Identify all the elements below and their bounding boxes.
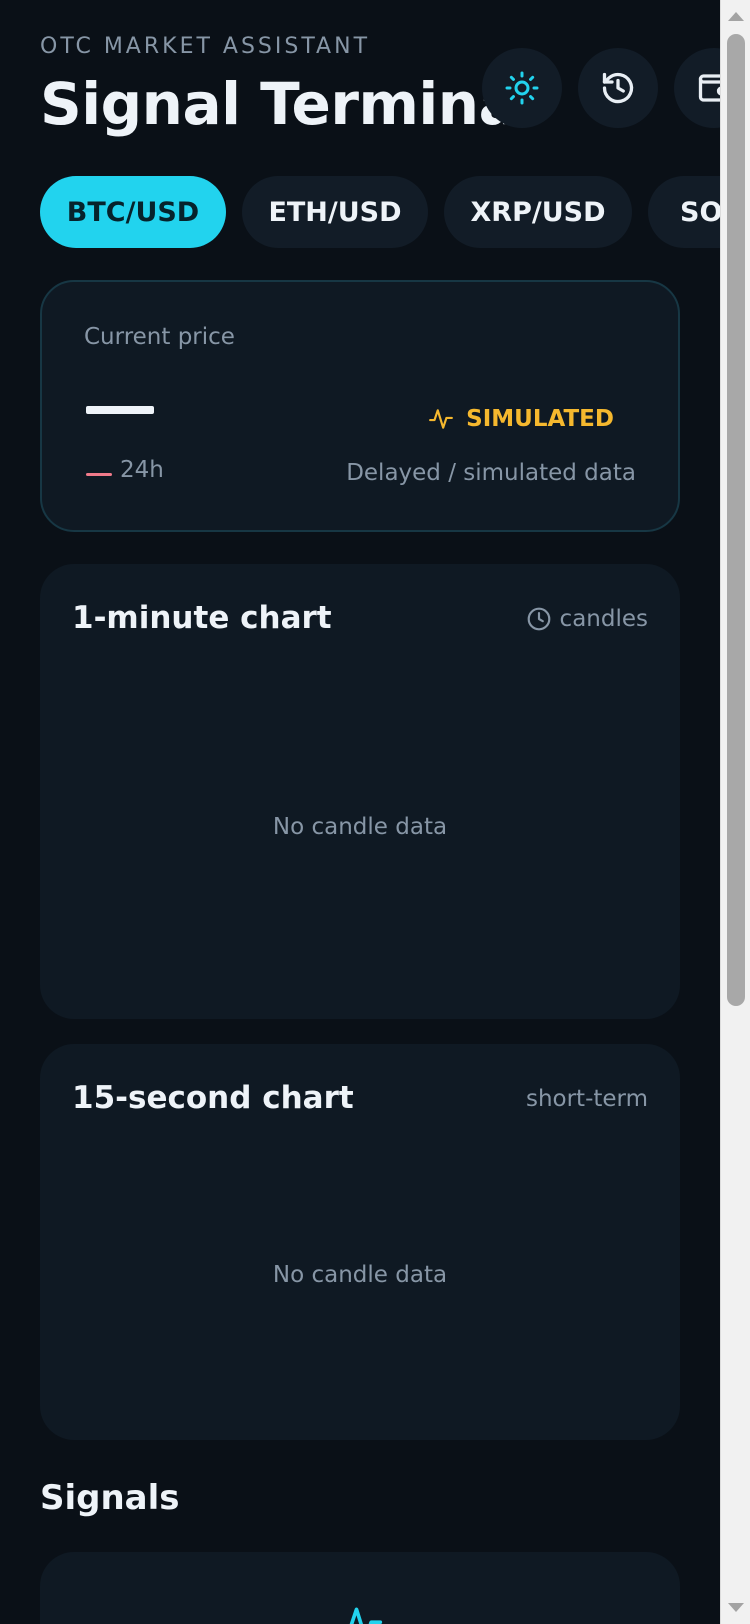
wallet-icon	[698, 74, 720, 102]
clock-icon	[527, 607, 550, 631]
history-button[interactable]	[578, 48, 658, 128]
signals-card	[40, 1552, 680, 1624]
price-placeholder	[86, 406, 154, 414]
chart-meta: short-term	[526, 1086, 648, 1112]
wallet-button[interactable]	[674, 48, 720, 128]
status-badge: SIMULATED	[428, 406, 614, 432]
pair-tab-eth-usd[interactable]: ETH/USD	[242, 176, 428, 248]
pair-tab-sol-usd[interactable]: SOL/USD	[648, 176, 720, 248]
chart-meta-label: short-term	[525, 1086, 648, 1112]
chart-title: 15-second chart	[72, 1080, 354, 1116]
theme-toggle-button[interactable]	[482, 48, 562, 128]
chart-meta: candles	[526, 606, 648, 632]
change-placeholder	[86, 473, 112, 476]
chart-card-15s: 15-second chart short-term No candle dat…	[40, 1044, 680, 1440]
sun-icon	[505, 71, 539, 105]
status-label: SIMULATED	[466, 406, 614, 432]
scrollbar[interactable]	[720, 0, 750, 1624]
data-source-note: Delayed / simulated data	[346, 460, 636, 486]
chart-card-1m: 1-minute chart candles No candle data	[40, 564, 680, 1019]
price-card: Current price 24h SIMULATED Delayed / si…	[40, 280, 680, 532]
change-period-label: 24h	[120, 457, 164, 483]
history-icon	[602, 72, 634, 104]
app-eyebrow: OTC MARKET ASSISTANT	[40, 34, 371, 59]
signals-heading: Signals	[40, 1478, 180, 1518]
app-viewport: OTC MARKET ASSISTANT Signal Terminal BTC…	[0, 0, 720, 1624]
activity-icon	[429, 409, 454, 429]
scroll-down-arrow[interactable]	[728, 1603, 744, 1612]
pair-tab-btc-usd[interactable]: BTC/USD	[40, 176, 226, 248]
activity-icon	[343, 1607, 383, 1624]
chart-title: 1-minute chart	[72, 600, 332, 636]
scrollbar-thumb[interactable]	[727, 34, 745, 1006]
chart-empty-message: No candle data	[272, 814, 448, 840]
page-title: Signal Terminal	[40, 70, 537, 138]
scroll-up-arrow[interactable]	[728, 12, 744, 21]
chart-meta-label: candles	[559, 606, 648, 632]
chart-empty-message: No candle data	[272, 1262, 448, 1288]
price-label: Current price	[84, 324, 235, 350]
pair-tab-xrp-usd[interactable]: XRP/USD	[444, 176, 632, 248]
